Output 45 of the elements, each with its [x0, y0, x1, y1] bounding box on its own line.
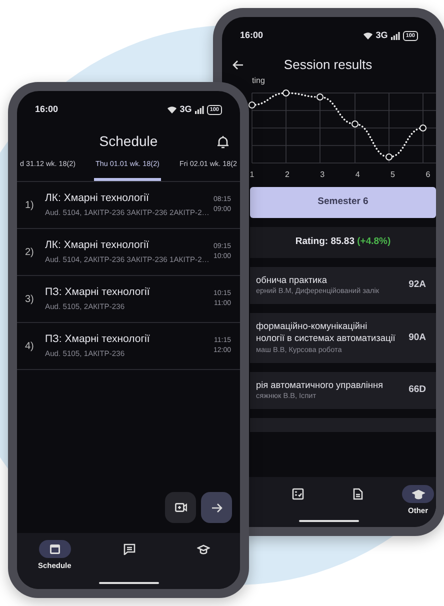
- course-grade: 92A: [408, 278, 426, 292]
- course-title: рія автоматичного управління: [256, 378, 384, 392]
- course-title: формаційно-комунікаційні нології в системах автоматизації: [256, 320, 396, 345]
- course-grade: 66D: [408, 383, 426, 398]
- status-time: 16:00: [35, 103, 58, 116]
- axis-label: 3: [319, 168, 326, 180]
- video-button[interactable]: [165, 492, 196, 523]
- axis-label: 4: [354, 168, 361, 180]
- video-camera-icon: [174, 503, 186, 512]
- calendar-icon: [48, 543, 61, 555]
- checklist-icon: [292, 488, 304, 500]
- axis-label: 2: [284, 168, 290, 180]
- axis-label: 5: [390, 168, 396, 180]
- bell-icon[interactable]: [216, 134, 230, 148]
- axis-label: 1: [248, 168, 256, 180]
- arrow-right-icon: [210, 502, 222, 512]
- next-button[interactable]: [201, 492, 232, 523]
- chat-icon: [122, 543, 136, 555]
- axis-label: 6: [424, 168, 432, 180]
- wifi-icon: [362, 32, 373, 40]
- status-time: 16:00: [240, 29, 264, 42]
- lesson-number: 4): [25, 340, 35, 354]
- course-grade: 90A: [408, 330, 426, 345]
- rating-summary: Rating: 85.83 (+4.8%): [295, 234, 391, 249]
- signal-icon: [390, 32, 400, 40]
- signal-icon: [194, 106, 204, 114]
- course-title: обнича практика: [256, 274, 328, 286]
- lesson-title: ПЗ: Хмарні технології: [45, 332, 151, 348]
- lesson-title: ЛК: Хмарні технології: [45, 238, 150, 254]
- network-type: 3G: [376, 29, 388, 42]
- graduation-cap-icon: [196, 544, 210, 554]
- chart-label: ting: [252, 76, 265, 84]
- lesson-title: ПЗ: Хмарні технології: [45, 285, 151, 300]
- document-icon: [353, 488, 363, 500]
- back-arrow-icon[interactable]: [232, 60, 244, 70]
- lesson-number: 1): [25, 198, 35, 212]
- screen-title: Schedule: [98, 132, 159, 151]
- wifi-icon: [166, 106, 177, 114]
- lesson-number: 2): [25, 246, 35, 260]
- screen-title: Session results: [282, 56, 374, 74]
- graduation-cap-icon: [412, 488, 424, 500]
- semester-button[interactable]: Semester 6: [250, 186, 436, 218]
- lesson-title: ЛК: Хмарні технології: [45, 191, 150, 206]
- lesson-number: 3): [25, 292, 35, 306]
- network-type: 3G: [180, 103, 192, 116]
